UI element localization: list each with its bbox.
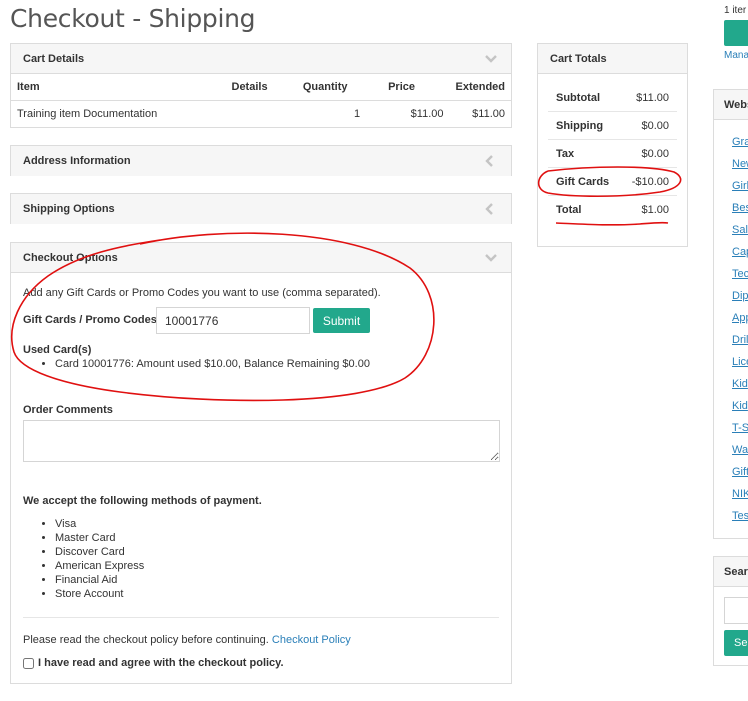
subtotal-row: Subtotal $11.00 [548,84,677,112]
website-link[interactable]: New [732,158,748,170]
website-link[interactable]: Kid [732,400,748,412]
used-cards-label: Used Card(s) [23,344,92,356]
website-link[interactable]: Tes [732,510,748,522]
promo-code-input[interactable] [156,307,310,334]
giftcards-label: Gift Cards [556,175,610,188]
website-link[interactable]: Lice [732,356,748,368]
website-link[interactable]: T-S [732,422,748,434]
search-button[interactable]: Se [724,630,748,656]
agree-label: I have read and agree with the checkout … [38,657,284,669]
col-extended: Extended [449,74,511,101]
used-card-item: Card 10001776: Amount used $10.00, Balan… [55,357,370,371]
website-link[interactable]: Bes [732,202,748,214]
order-comments-label: Order Comments [23,404,113,416]
address-panel: Address Information [10,145,512,176]
search-input[interactable] [724,597,748,624]
total-label: Total [556,203,582,216]
cell-extended: $11.00 [472,108,505,120]
website-link[interactable]: Tec [732,268,748,280]
cart-item-count: 1 iter [724,5,747,16]
payment-method: American Express [55,559,144,573]
cart-totals-header: Cart Totals [538,44,687,74]
address-title: Address Information [23,155,131,167]
payment-method: Visa [55,517,144,531]
cell-quantity: 1 [353,108,361,120]
website-link[interactable]: Gift [732,466,748,478]
chevron-left-icon[interactable] [485,155,499,167]
cart-totals-title: Cart Totals [550,52,607,65]
chevron-left-icon[interactable] [485,203,499,215]
policy-text: Please read the checkout policy before c… [23,634,269,646]
checkout-options-panel: Checkout Options Add any Gift Cards or P… [10,242,512,684]
giftcards-value: -$10.00 [631,175,669,188]
col-details: Details [225,74,297,101]
col-price: Price [382,74,450,101]
total-row: Total $1.00 [548,196,677,223]
website-link[interactable]: Girl [732,180,748,192]
shipping-options-header[interactable]: Shipping Options [11,194,511,224]
website-link[interactable]: Sale [732,224,748,236]
cart-details-header[interactable]: Cart Details [11,44,511,74]
subtotal-value: $11.00 [636,91,669,104]
order-comments-textarea[interactable] [23,420,500,462]
total-value: $1.00 [641,203,669,216]
payment-method: Store Account [55,587,144,601]
checkout-options-title: Checkout Options [23,251,118,264]
checkout-options-header[interactable]: Checkout Options [11,243,511,273]
tax-value: $0.00 [641,147,669,160]
website-link[interactable]: Cap [732,246,748,258]
address-header[interactable]: Address Information [11,146,511,176]
website-link[interactable]: Dril [732,334,748,346]
payment-methods-list: Visa Master Card Discover Card American … [23,517,144,601]
subtotal-label: Subtotal [556,91,600,104]
cell-details [226,101,297,128]
website-link[interactable]: App [732,312,748,324]
websites-header: Webs [714,90,748,120]
cell-item: Training item Documentation [17,108,158,120]
cart-details-panel: Cart Details Item Details Quantity Price… [10,43,512,128]
payment-method: Discover Card [55,545,144,559]
cart-totals-panel: Cart Totals Subtotal $11.00 Shipping $0.… [537,43,688,247]
shipping-options-panel: Shipping Options [10,193,512,224]
cell-price: $11.00 [410,108,444,120]
website-link[interactable]: Gra [732,136,748,148]
tax-row: Tax $0.00 [548,140,677,168]
cart-table: Item Details Quantity Price Extended Tra… [11,74,511,127]
col-quantity: Quantity [296,74,383,101]
used-cards-list: Card 10001776: Amount used $10.00, Balan… [23,357,370,371]
shipping-value: $0.00 [641,119,669,132]
agree-checkbox[interactable] [23,657,34,669]
search-header: Sear [714,557,748,587]
website-link[interactable]: Wa [732,444,748,456]
payment-method: Financial Aid [55,573,144,587]
col-item: Item [11,74,226,101]
shipping-options-title: Shipping Options [23,203,115,215]
website-link[interactable]: NIK [732,488,748,500]
cart-details-title: Cart Details [23,52,85,65]
checkout-policy-link[interactable]: Checkout Policy [272,634,351,646]
payment-method: Master Card [55,531,144,545]
website-link[interactable]: Dip [732,290,748,302]
page-title: Checkout - Shipping [10,4,256,33]
agree-policy[interactable]: I have read and agree with the checkout … [21,657,284,669]
tax-label: Tax [556,147,575,160]
promo-code-label: Gift Cards / Promo Codes [23,314,157,326]
shipping-label: Shipping [556,119,604,132]
chevron-down-icon[interactable] [485,54,499,63]
search-title: Sear [724,565,748,578]
checkout-button[interactable] [724,20,748,46]
website-link[interactable]: Kid [732,378,748,390]
websites-title: Webs [724,98,748,111]
giftcards-row: Gift Cards -$10.00 [548,168,677,196]
shipping-row: Shipping $0.00 [548,112,677,140]
divider [23,617,499,618]
chevron-down-icon[interactable] [485,253,499,262]
submit-button[interactable]: Submit [313,308,370,333]
payment-heading: We accept the following methods of payme… [23,495,262,507]
promo-instructions: Add any Gift Cards or Promo Codes you wa… [23,287,381,299]
policy-notice: Please read the checkout policy before c… [23,634,351,646]
manage-cart-link[interactable]: Mana [724,50,748,61]
table-row: Training item Documentation 1 $11.00 $11… [11,101,511,128]
